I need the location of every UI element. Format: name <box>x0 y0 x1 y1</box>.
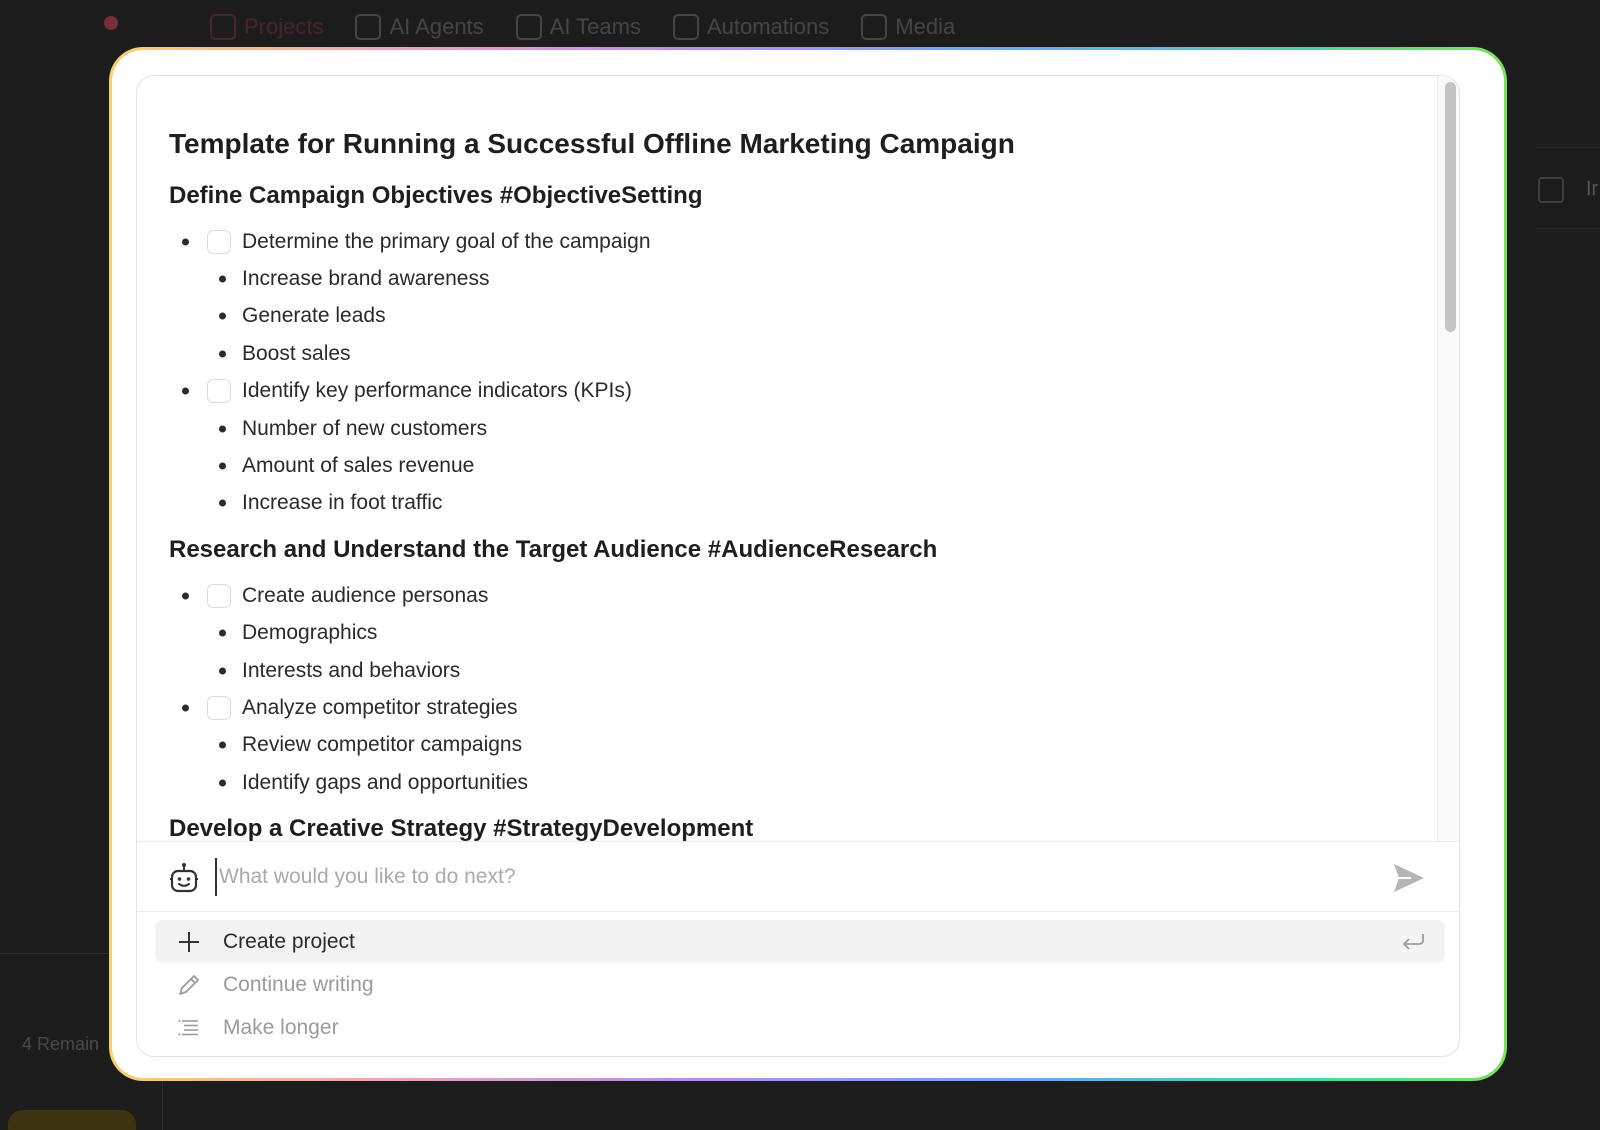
ai-modal-border: Template for Running a Successful Offlin… <box>109 47 1507 1081</box>
robot-icon <box>170 863 198 893</box>
bullet-icon <box>219 629 226 637</box>
sub-item-label: Amount of sales revenue <box>242 454 475 478</box>
plus-icon <box>179 931 199 952</box>
generated-document: Template for Running a Successful Offlin… <box>137 76 1437 841</box>
bullet-icon <box>219 667 226 675</box>
document-sections: Define Campaign Objectives #ObjectiveSet… <box>169 178 1437 841</box>
sub-item: Boost sales <box>169 335 1437 372</box>
bullet-icon <box>182 387 189 395</box>
import-icon <box>1538 177 1564 203</box>
nav-item-ai-teams: AI Teams <box>515 14 641 40</box>
sub-item-label: Increase brand awareness <box>242 267 490 291</box>
bullet-icon <box>219 275 226 283</box>
suggestion-list: Create project Continue writing Make longe… <box>155 920 1445 1049</box>
nav-icon <box>672 14 699 40</box>
section-heading: Research and Understand the Target Audie… <box>169 536 938 564</box>
send-icon[interactable] <box>1391 861 1427 895</box>
nav-icon <box>210 14 236 40</box>
background-divider-vertical <box>162 1080 163 1130</box>
nav-item-ai-agents: AI Agents <box>355 14 484 40</box>
suggestion-make-longer[interactable]: Make longer <box>155 1006 1445 1049</box>
scrollbar[interactable] <box>1437 76 1459 841</box>
bullet-icon <box>219 462 226 470</box>
section-heading: Define Campaign Objectives #ObjectiveSet… <box>169 182 703 209</box>
sub-item-label: Increase in foot traffic <box>242 491 443 515</box>
ai-modal: Template for Running a Successful Offlin… <box>112 50 1504 1078</box>
task-checkbox[interactable] <box>207 379 231 404</box>
nav-item-automations: Automations <box>672 14 830 40</box>
bullet-icon <box>219 425 226 433</box>
sub-item-label: Generate leads <box>242 304 386 328</box>
bullet-icon <box>182 704 189 712</box>
sub-item: Increase in foot traffic <box>169 485 1437 522</box>
checklist-item-label: Create audience personas <box>242 583 489 607</box>
nav-item-label: AI Agents <box>389 14 484 39</box>
sub-item: Increase brand awareness <box>169 260 1437 297</box>
sub-item: Amount of sales revenue <box>169 447 1437 484</box>
sub-item: Review competitor campaigns <box>169 727 1437 764</box>
suggestion-label: Make longer <box>223 1015 339 1039</box>
scrollbar-thumb[interactable] <box>1445 82 1456 332</box>
prompt-input[interactable] <box>215 858 1365 896</box>
checklist-item-label: Analyze competitor strategies <box>242 695 518 719</box>
sub-item-label: Interests and behaviors <box>242 658 461 682</box>
nav-item-label: Automations <box>706 14 830 39</box>
bullet-icon <box>219 499 226 507</box>
lines-icon <box>178 1019 198 1035</box>
pencil-icon <box>179 974 199 995</box>
enter-key-icon <box>1403 934 1424 950</box>
nav-item-label: AI Teams <box>549 14 641 39</box>
bullet-icon <box>219 779 226 787</box>
nav-item-label: Media <box>895 14 956 39</box>
bullet-icon <box>219 741 226 749</box>
suggestion-create-project[interactable]: Create project <box>155 920 1445 963</box>
task-checkbox[interactable] <box>207 229 231 254</box>
checklist-item-label: Determine the primary goal of the campai… <box>242 229 651 253</box>
bullet-icon <box>219 312 226 320</box>
prompt-bar <box>137 841 1459 912</box>
sub-item-label: Number of new customers <box>242 416 488 440</box>
suggestion-label: Create project <box>223 929 355 953</box>
nav-item-projects: Projects <box>210 14 323 40</box>
notification-dot <box>104 16 118 30</box>
sub-item: Number of new customers <box>169 410 1437 447</box>
sub-item-label: Review competitor campaigns <box>242 733 523 757</box>
checklist-item: Analyze competitor strategies <box>169 689 1437 726</box>
sub-item: Demographics <box>169 615 1437 652</box>
sub-item: Generate leads <box>169 298 1437 335</box>
suggestion-label: Continue writing <box>223 972 374 996</box>
bullet-icon <box>182 592 189 600</box>
checklist-item: Create audience personas <box>169 577 1437 614</box>
checklist-item: Determine the primary goal of the campai… <box>169 223 1437 260</box>
document-section: Develop a Creative Strategy #StrategyDev… <box>169 811 1437 841</box>
nav-item-label: Projects <box>244 14 324 39</box>
section-heading: Develop a Creative Strategy #StrategyDev… <box>169 815 754 841</box>
task-checkbox[interactable] <box>207 695 231 720</box>
ai-panel: Template for Running a Successful Offlin… <box>136 75 1460 1057</box>
sub-item: Identify gaps and opportunities <box>169 764 1437 801</box>
sub-item-label: Demographics <box>242 621 378 645</box>
nav-icon <box>355 14 382 40</box>
sub-item-label: Boost sales <box>242 341 351 365</box>
bullet-icon <box>219 350 226 358</box>
document-section: Research and Understand the Target Audie… <box>169 532 1437 801</box>
checklist-item-label: Identify key performance indicators (KPI… <box>242 379 632 403</box>
nav-icon <box>861 14 888 40</box>
checklist-item: Identify key performance indicators (KPI… <box>169 373 1437 410</box>
sub-item-label: Identify gaps and opportunities <box>242 770 529 794</box>
background-panel-label: Ir <box>1586 178 1599 200</box>
suggestion-continue-writing[interactable]: Continue writing <box>155 963 1445 1006</box>
document-section: Define Campaign Objectives #ObjectiveSet… <box>169 178 1437 522</box>
remaining-count: 4 Remain <box>22 1034 100 1054</box>
bullet-icon <box>182 238 189 246</box>
background-divider <box>0 953 110 954</box>
background-nav: Projects AI Agents AI Teams Automations Medi… <box>210 14 955 40</box>
nav-item-media: Media <box>861 14 955 40</box>
document-title: Template for Running a Successful Offlin… <box>169 128 1015 159</box>
background-button <box>8 1110 136 1130</box>
sub-item: Interests and behaviors <box>169 652 1437 689</box>
task-checkbox[interactable] <box>207 583 231 608</box>
nav-icon <box>515 14 542 40</box>
